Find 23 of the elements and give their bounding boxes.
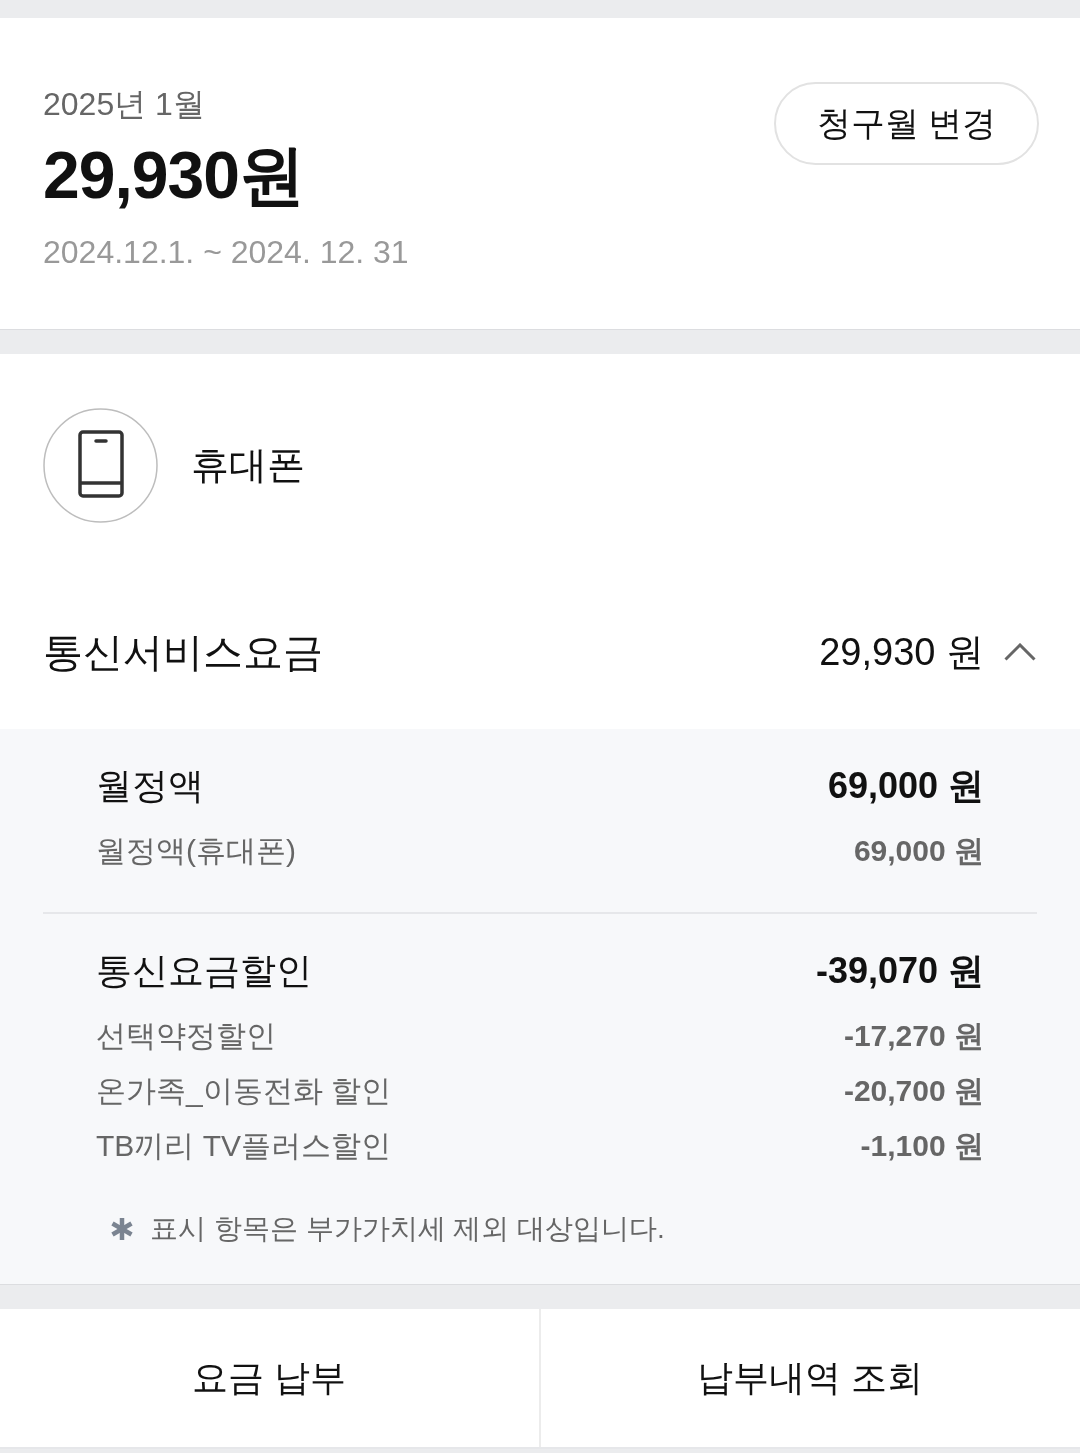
item-label: TB끼리 TV플러스할인: [96, 1128, 391, 1164]
item-amount: -20,700 원: [843, 1073, 984, 1109]
chevron-up-icon[interactable]: [1004, 643, 1036, 661]
vat-note: 표시 항목은 부가가치세 제외 대상입니다.: [150, 1212, 665, 1246]
asterisk-icon: [111, 1218, 133, 1240]
item-label: 월정액(휴대폰): [96, 833, 296, 869]
billing-period: 2024.12.1. ~ 2024. 12. 31: [43, 233, 409, 272]
item-amount: -17,270 원: [843, 1018, 984, 1054]
phone-icon: [43, 408, 158, 523]
item-amount: 69,000 원: [853, 833, 984, 869]
item-label: 온가족_이동전화 할인: [96, 1073, 392, 1109]
charge-label: 통신서비스요금: [43, 629, 323, 676]
change-month-button[interactable]: 청구월 변경: [774, 82, 1039, 165]
group-title: 통신요금할인: [96, 949, 312, 993]
item-label: 선택약정할인: [96, 1018, 276, 1054]
item-amount: -1,100 원: [860, 1128, 984, 1164]
billing-month: 2025년 1월: [43, 85, 206, 124]
group-amount: 69,000 원: [827, 764, 984, 808]
service-name: 휴대폰: [191, 443, 305, 488]
charge-amount: 29,930 원: [819, 629, 984, 675]
total-amount: 29,930원: [43, 137, 305, 214]
group-amount: -39,070 원: [815, 949, 984, 993]
group-title: 월정액: [96, 764, 204, 808]
